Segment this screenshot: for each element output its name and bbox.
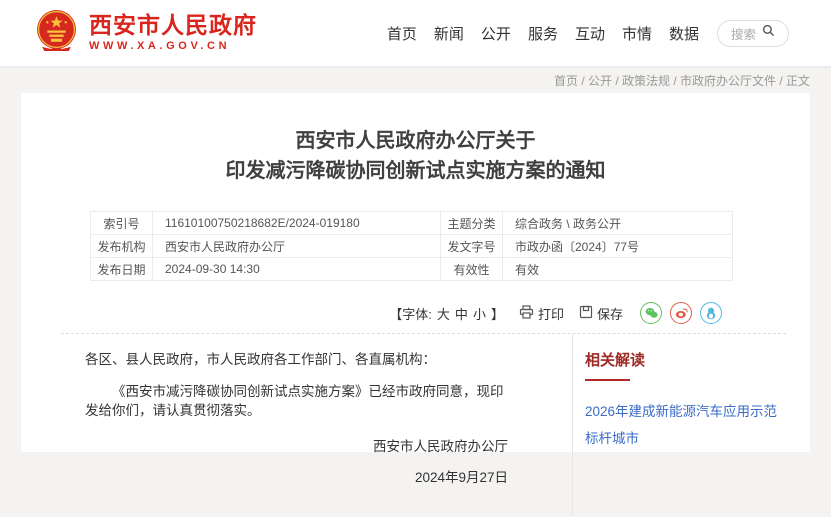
share-weibo-icon[interactable] [670, 302, 692, 324]
site-name: 西安市人民政府 [89, 14, 257, 37]
site-url: WWW.XA.GOV.CN [89, 41, 257, 52]
meta-label-issuer: 发布机构 [91, 235, 153, 258]
article-paragraph: 各区、县人民政府，市人民政府各工作部门、各直属机构： [85, 350, 508, 369]
page-title-line2: 印发减污降碳协同创新试点实施方案的通知 [21, 156, 810, 186]
meta-label-doc-number: 发文字号 [441, 235, 503, 258]
search-icon [762, 24, 775, 42]
related-interpretation-title: 相关解读 [585, 349, 790, 370]
search-label: 搜索 [731, 24, 756, 43]
save-button[interactable]: 保存 [579, 304, 623, 323]
meta-value-index-no: 11610100750218682E/2024-019180 [153, 212, 441, 235]
nav-item-data[interactable]: 数据 [669, 23, 699, 44]
meta-value-publish-date: 2024-09-30 14:30 [153, 258, 441, 281]
nav-item-interact[interactable]: 互动 [575, 23, 605, 44]
page-title: 西安市人民政府办公厅关于 印发减污降碳协同创新试点实施方案的通知 [21, 93, 810, 186]
nav-item-services[interactable]: 服务 [528, 23, 558, 44]
nav-item-home[interactable]: 首页 [387, 23, 417, 44]
document-card: 西安市人民政府办公厅关于 印发减污降碳协同创新试点实施方案的通知 索引号 116… [21, 93, 810, 452]
floppy-save-icon [579, 305, 593, 322]
article-body: 各区、县人民政府，市人民政府各工作部门、各直属机构： 《西安市减污降碳协同创新试… [21, 334, 573, 517]
nav-item-open[interactable]: 公开 [481, 23, 511, 44]
national-emblem-icon [34, 8, 79, 58]
print-button[interactable]: 打印 [519, 304, 564, 323]
font-size-large-button[interactable]: 大 [437, 304, 450, 323]
meta-value-doc-number: 市政办函〔2024〕77号 [503, 235, 733, 258]
meta-label-index-no: 索引号 [91, 212, 153, 235]
page-title-line1: 西安市人民政府办公厅关于 [21, 126, 810, 156]
search-button[interactable]: 搜索 [717, 20, 789, 47]
share-wechat-icon[interactable] [640, 302, 662, 324]
printer-icon [519, 305, 534, 322]
related-interpretation-link[interactable]: 2026年建成新能源汽车应用示范标杆城市 [585, 398, 790, 452]
share-qq-icon[interactable] [700, 302, 722, 324]
share-icons [640, 302, 722, 324]
font-size-prefix: 【字体: [389, 304, 432, 323]
meta-value-topic: 综合政务 \ 政务公开 [503, 212, 733, 235]
nav-item-news[interactable]: 新闻 [434, 23, 464, 44]
meta-label-publish-date: 发布日期 [91, 258, 153, 281]
article-paragraph: 《西安市减污降碳协同创新试点实施方案》已经市政府同意，现印发给你们，请认真贯彻落… [85, 382, 508, 420]
meta-label-validity: 有效性 [441, 258, 503, 281]
document-meta-table: 索引号 11610100750218682E/2024-019180 主题分类 … [90, 211, 733, 281]
site-logo[interactable]: 西安市人民政府 WWW.XA.GOV.CN [34, 8, 257, 58]
meta-label-topic: 主题分类 [441, 212, 503, 235]
meta-value-validity: 有效 [503, 258, 733, 281]
article-toolbar: 【字体: 大 中 小 】 打印 保存 [21, 302, 810, 324]
font-size-medium-button[interactable]: 中 [455, 304, 468, 323]
main-nav: 首页 新闻 公开 服务 互动 市情 数据 [387, 23, 699, 44]
section-title-underline [585, 379, 630, 381]
font-size-small-button[interactable]: 小 [473, 304, 486, 323]
table-row: 发布日期 2024-09-30 14:30 有效性 有效 [91, 258, 733, 281]
related-interpretation-panel: 相关解读 2026年建成新能源汽车应用示范标杆城市 [573, 334, 810, 517]
breadcrumb[interactable]: 首页 / 公开 / 政策法规 / 市政府办公厅文件 / 正文 [554, 72, 810, 89]
nav-item-city[interactable]: 市情 [622, 23, 652, 44]
font-size-control: 【字体: 大 中 小 】 [389, 304, 504, 323]
meta-value-issuer: 西安市人民政府办公厅 [153, 235, 441, 258]
font-size-suffix: 】 [491, 304, 504, 323]
print-label: 打印 [538, 304, 564, 323]
save-label: 保存 [597, 304, 623, 323]
signature-date: 2024年9月27日 [85, 468, 508, 487]
site-header: 西安市人民政府 WWW.XA.GOV.CN 首页 新闻 公开 服务 互动 市情 … [0, 0, 831, 68]
signature-org: 西安市人民政府办公厅 [85, 437, 508, 456]
table-row: 索引号 11610100750218682E/2024-019180 主题分类 … [91, 212, 733, 235]
table-row: 发布机构 西安市人民政府办公厅 发文字号 市政办函〔2024〕77号 [91, 235, 733, 258]
